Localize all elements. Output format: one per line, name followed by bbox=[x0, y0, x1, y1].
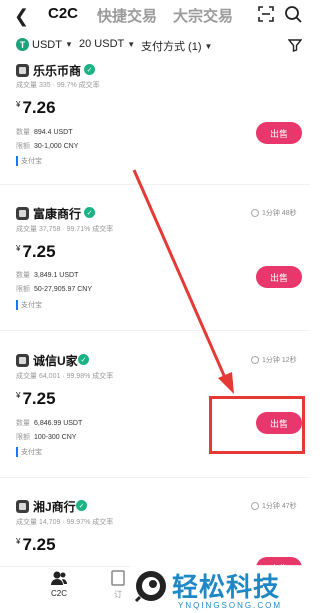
online-time: 1分钟 12秒 bbox=[251, 355, 297, 365]
tab-block-trade[interactable]: 大宗交易 bbox=[173, 5, 233, 26]
tab-quick-trade[interactable]: 快捷交易 bbox=[97, 5, 157, 26]
coin-filter[interactable]: T USDT ▼ bbox=[16, 38, 73, 51]
price: ¥7.25 bbox=[16, 535, 56, 554]
quantity-row: 数量 894.4 USDT bbox=[16, 129, 73, 136]
annotation-highlight-box bbox=[209, 396, 305, 454]
document-icon bbox=[111, 570, 125, 586]
nav-label-c2c: C2C bbox=[50, 589, 67, 598]
merchant-name[interactable]: 湘J商行 bbox=[33, 498, 76, 515]
tether-icon: T bbox=[16, 38, 29, 51]
merchant-name[interactable]: 乐乐币商 bbox=[33, 62, 81, 79]
coin-filter-label: USDT bbox=[32, 38, 62, 51]
merchant-stats: 成交量 64,001 · 99.98% 成交率 bbox=[16, 373, 114, 380]
avatar bbox=[16, 354, 29, 367]
clock-icon bbox=[251, 209, 259, 217]
avatar bbox=[16, 64, 29, 77]
chevron-down-icon: ▼ bbox=[204, 41, 213, 51]
watermark-logo-icon bbox=[134, 571, 166, 603]
top-bar: ❮ C2C 快捷交易 大宗交易 bbox=[0, 0, 310, 30]
users-icon bbox=[51, 571, 67, 585]
nav-label-order: 订 bbox=[114, 590, 122, 599]
chevron-down-icon: ▼ bbox=[64, 40, 73, 49]
clock-icon bbox=[251, 502, 259, 510]
watermark: 轻松科技 YNQINGSONG.COM bbox=[130, 565, 310, 613]
price: ¥7.25 bbox=[16, 242, 56, 261]
avatar bbox=[16, 207, 29, 220]
merchant-name[interactable]: 诚信U家 bbox=[33, 352, 78, 369]
sell-button[interactable]: 出售 bbox=[256, 122, 302, 144]
payment-method: 支付宝 bbox=[16, 300, 42, 310]
avatar bbox=[16, 500, 29, 513]
verified-badge-icon: ✓ bbox=[76, 500, 87, 511]
limit-row: 限额 30-1,000 CNY bbox=[16, 143, 79, 150]
chevron-down-icon: ▼ bbox=[127, 39, 136, 49]
tab-c2c[interactable]: C2C bbox=[48, 5, 78, 22]
verified-badge-icon: ✓ bbox=[84, 207, 95, 218]
merchant-name[interactable]: 富康商行 bbox=[33, 205, 81, 222]
verified-badge-icon: ✓ bbox=[84, 64, 95, 75]
merchant-stats: 成交量 335 · 99.7% 成交率 bbox=[16, 82, 100, 89]
online-time: 1分钟 48秒 bbox=[251, 208, 297, 218]
quantity-row: 数量 6,846.99 USDT bbox=[16, 420, 83, 427]
divider bbox=[0, 477, 310, 478]
limit-row: 限额 50-27,905.97 CNY bbox=[16, 286, 92, 293]
payment-method: 支付宝 bbox=[16, 156, 42, 166]
watermark-title: 轻松科技 bbox=[172, 572, 281, 602]
funnel-filter-icon[interactable] bbox=[288, 38, 302, 52]
divider bbox=[0, 330, 310, 331]
nav-item-c2c[interactable]: C2C bbox=[39, 569, 79, 598]
amount-filter-label: 20 USDT bbox=[79, 38, 125, 50]
search-icon[interactable] bbox=[284, 5, 302, 23]
divider bbox=[0, 184, 310, 185]
back-arrow-icon[interactable]: ❮ bbox=[14, 6, 29, 27]
limit-row: 限额 100-300 CNY bbox=[16, 434, 77, 441]
online-time: 1分钟 47秒 bbox=[251, 501, 297, 511]
price: ¥7.25 bbox=[16, 389, 56, 408]
merchant-stats: 成交量 14,709 · 99.97% 成交率 bbox=[16, 519, 114, 526]
payment-method: 支付宝 bbox=[16, 447, 42, 457]
filter-bar: T USDT ▼ 20 USDT ▼ 支付方式 (1) ▼ bbox=[0, 34, 310, 58]
clock-icon bbox=[251, 356, 259, 364]
scan-icon[interactable] bbox=[258, 6, 274, 22]
price: ¥7.26 bbox=[16, 98, 56, 117]
watermark-url: YNQINGSONG.COM bbox=[178, 601, 283, 610]
sell-button[interactable]: 出售 bbox=[256, 266, 302, 288]
payment-filter-label: 支付方式 (1) bbox=[141, 41, 202, 53]
payment-filter[interactable]: 支付方式 (1) ▼ bbox=[141, 38, 212, 54]
amount-filter[interactable]: 20 USDT ▼ bbox=[79, 38, 135, 50]
verified-badge-icon: ✓ bbox=[78, 354, 89, 365]
quantity-row: 数量 3,849.1 USDT bbox=[16, 272, 79, 279]
merchant-stats: 成交量 37,758 · 99.71% 成交率 bbox=[16, 226, 114, 233]
